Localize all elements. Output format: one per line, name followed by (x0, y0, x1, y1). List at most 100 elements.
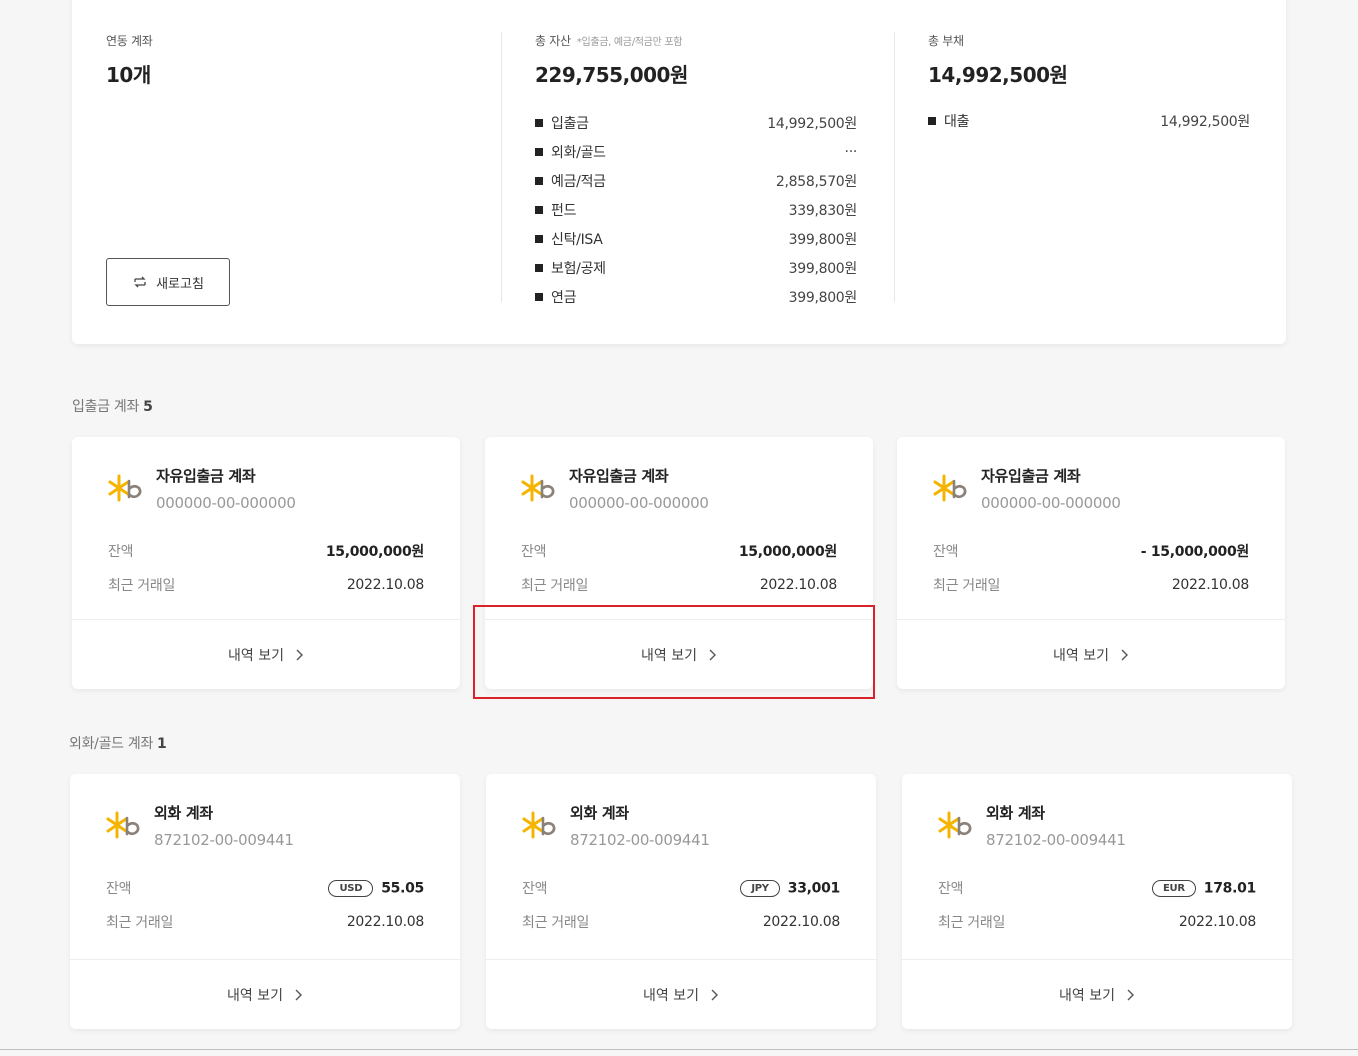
chevron-right-icon (295, 989, 302, 1000)
page-bottom-divider (0, 1049, 1358, 1050)
bullet-icon (535, 263, 543, 272)
view-history-button[interactable]: 내역 보기 (486, 959, 876, 1029)
divider (501, 32, 502, 302)
total-liabilities-block: 총 부채 14,992,500원 (928, 32, 1068, 88)
asset-summary-card: 연동 계좌 10개 새로고침 총 자산 *입출금, 예금/적금만 포함 229,7… (72, 0, 1286, 344)
assets-item-fund: 펀드 339,830원 (535, 195, 857, 224)
last-transaction-label: 최근 거래일 (521, 578, 589, 594)
kb-logo-icon (938, 811, 972, 839)
deposit-account-card: 자유입출금 계좌 000000-00-000000 잔액 15,000,000원 … (72, 437, 460, 689)
divider (894, 32, 895, 302)
deposit-section-count: 5 (143, 399, 153, 415)
bullet-icon (535, 176, 543, 185)
fx-account-card: 외화 계좌 872102-00-009441 잔액 EUR 178.01 최근 거래… (902, 774, 1292, 1029)
kb-logo-icon (108, 474, 142, 502)
bullet-icon (535, 147, 543, 156)
account-number: 000000-00-000000 (981, 494, 1121, 512)
liabilities-item-loan: 대출 14,992,500원 (928, 106, 1250, 135)
fx-account-card: 외화 계좌 872102-00-009441 잔액 JPY 33,001 최근 거래… (486, 774, 876, 1029)
view-history-button[interactable]: 내역 보기 (897, 619, 1285, 689)
last-transaction-date: 2022.10.08 (1178, 914, 1256, 930)
last-transaction-date: 2022.10.08 (1171, 577, 1249, 593)
last-transaction-date: 2022.10.08 (346, 577, 424, 593)
account-number: 000000-00-000000 (569, 494, 709, 512)
view-history-button[interactable]: 내역 보기 (902, 959, 1292, 1029)
assets-breakdown-list: 입출금 14,992,500원 외화/골드 ··· 예금/적금 2,858,570원 … (535, 108, 857, 311)
total-assets-label: 총 자산 *입출금, 예금/적금만 포함 (535, 34, 683, 48)
assets-item-fx-gold: 외화/골드 ··· (535, 137, 857, 166)
view-history-button[interactable]: 내역 보기 (70, 959, 460, 1029)
refresh-button[interactable]: 새로고침 (106, 258, 230, 306)
account-name: 자유입출금 계좌 (156, 467, 256, 485)
balance-value: JPY 33,001 (740, 879, 840, 897)
account-name: 외화 계좌 (570, 804, 629, 822)
bullet-icon (535, 118, 543, 127)
total-assets-value: 229,755,000원 (535, 63, 688, 87)
linked-accounts-block: 연동 계좌 10개 (106, 32, 153, 88)
refresh-label: 새로고침 (156, 276, 204, 292)
bullet-icon (535, 205, 543, 214)
total-assets-block: 총 자산 *입출금, 예금/적금만 포함 229,755,000원 (535, 32, 688, 88)
balance-label: 잔액 (106, 881, 132, 897)
fx-section-title: 외화/골드 계좌 1 (69, 736, 167, 752)
last-transaction-date: 2022.10.08 (759, 577, 837, 593)
refresh-icon (134, 276, 146, 288)
currency-badge: EUR (1152, 879, 1196, 897)
deposit-section-title: 입출금 계좌 5 (72, 399, 153, 415)
balance-label: 잔액 (933, 544, 959, 560)
balance-label: 잔액 (938, 881, 964, 897)
deposit-account-card: 자유입출금 계좌 000000-00-000000 잔액 15,000,000원 … (485, 437, 873, 689)
view-history-button[interactable]: 내역 보기 (72, 619, 460, 689)
bullet-icon (928, 116, 936, 125)
kb-logo-icon (521, 474, 555, 502)
bullet-icon (535, 234, 543, 243)
bullet-icon (535, 292, 543, 301)
balance-label: 잔액 (521, 544, 547, 560)
assets-item-insurance: 보험/공제 399,800원 (535, 253, 857, 282)
assets-item-pension: 연금 399,800원 (535, 282, 857, 311)
liabilities-breakdown-list: 대출 14,992,500원 (928, 106, 1250, 135)
last-transaction-label: 최근 거래일 (938, 915, 1006, 931)
total-liabilities-value: 14,992,500원 (928, 63, 1068, 87)
linked-accounts-label: 연동 계좌 (106, 34, 153, 48)
balance-value: 15,000,000원 (738, 544, 837, 560)
total-assets-note: *입출금, 예금/적금만 포함 (576, 37, 683, 48)
account-number: 872102-00-009441 (154, 831, 294, 849)
fx-account-card: 외화 계좌 872102-00-009441 잔액 USD 55.05 최근 거래일… (70, 774, 460, 1029)
assets-item-deposit: 입출금 14,992,500원 (535, 108, 857, 137)
currency-badge: JPY (740, 879, 780, 897)
last-transaction-label: 최근 거래일 (106, 915, 174, 931)
account-name: 자유입출금 계좌 (981, 467, 1081, 485)
last-transaction-date: 2022.10.08 (762, 914, 840, 930)
account-number: 872102-00-009441 (986, 831, 1126, 849)
last-transaction-label: 최근 거래일 (522, 915, 590, 931)
last-transaction-label: 최근 거래일 (108, 578, 176, 594)
balance-label: 잔액 (522, 881, 548, 897)
kb-logo-icon (522, 811, 556, 839)
account-number: 872102-00-009441 (570, 831, 710, 849)
assets-item-trust: 신탁/ISA 399,800원 (535, 224, 857, 253)
balance-value: USD 55.05 (328, 879, 424, 897)
account-name: 자유입출금 계좌 (569, 467, 669, 485)
account-number: 000000-00-000000 (156, 494, 296, 512)
chevron-right-icon (1127, 989, 1134, 1000)
kb-logo-icon (106, 811, 140, 839)
kb-logo-icon (933, 474, 967, 502)
chevron-right-icon (709, 649, 716, 660)
balance-value: 15,000,000원 (325, 544, 424, 560)
balance-value: - 15,000,000원 (1140, 544, 1250, 560)
chevron-right-icon (296, 649, 303, 660)
last-transaction-label: 최근 거래일 (933, 578, 1001, 594)
fx-section-count: 1 (157, 736, 167, 752)
account-name: 외화 계좌 (986, 804, 1045, 822)
assets-item-savings: 예금/적금 2,858,570원 (535, 166, 857, 195)
account-name: 외화 계좌 (154, 804, 213, 822)
chevron-right-icon (1121, 649, 1128, 660)
last-transaction-date: 2022.10.08 (346, 914, 424, 930)
balance-value: EUR 178.01 (1152, 879, 1256, 897)
view-history-button[interactable]: 내역 보기 (485, 619, 873, 689)
linked-accounts-value: 10개 (106, 63, 151, 87)
balance-label: 잔액 (108, 544, 134, 560)
deposit-account-card: 자유입출금 계좌 000000-00-000000 잔액 - 15,000,000… (897, 437, 1285, 689)
currency-badge: USD (328, 879, 374, 897)
